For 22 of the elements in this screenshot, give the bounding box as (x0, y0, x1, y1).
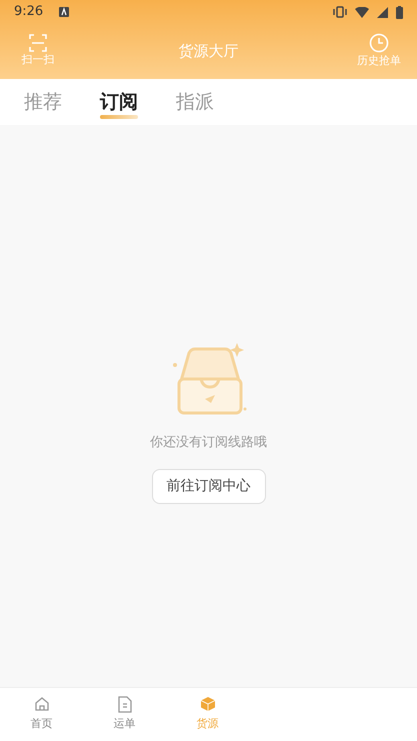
tab[interactable]: 订阅 (100, 79, 138, 125)
tab[interactable]: 指派 (176, 79, 214, 125)
empty-message: 你还没有订阅线路哦 (150, 434, 267, 452)
page-title: 货源大厅 (178, 41, 238, 62)
notification-icon (59, 7, 70, 17)
nav-item[interactable]: 运单 (83, 688, 166, 741)
wifi-icon (355, 6, 369, 18)
scan-button[interactable]: 扫一扫 (12, 33, 64, 70)
home-icon (34, 696, 50, 712)
status-time: 9:26 (14, 3, 44, 22)
tab[interactable]: 推荐 (24, 79, 62, 125)
signal-icon (377, 6, 388, 18)
vibrate-icon (333, 6, 347, 18)
clock-icon (369, 33, 389, 54)
subscribe-center-button[interactable]: 前往订阅中心 (152, 468, 266, 504)
nav-item[interactable]: 首页 (0, 688, 83, 741)
nav-item[interactable]: 货源 (166, 688, 249, 741)
history-button[interactable]: 历史抢单 (353, 32, 405, 71)
scan-icon (29, 34, 47, 52)
document-icon (118, 696, 132, 714)
battery-icon (396, 6, 403, 18)
cube-icon (200, 696, 216, 712)
